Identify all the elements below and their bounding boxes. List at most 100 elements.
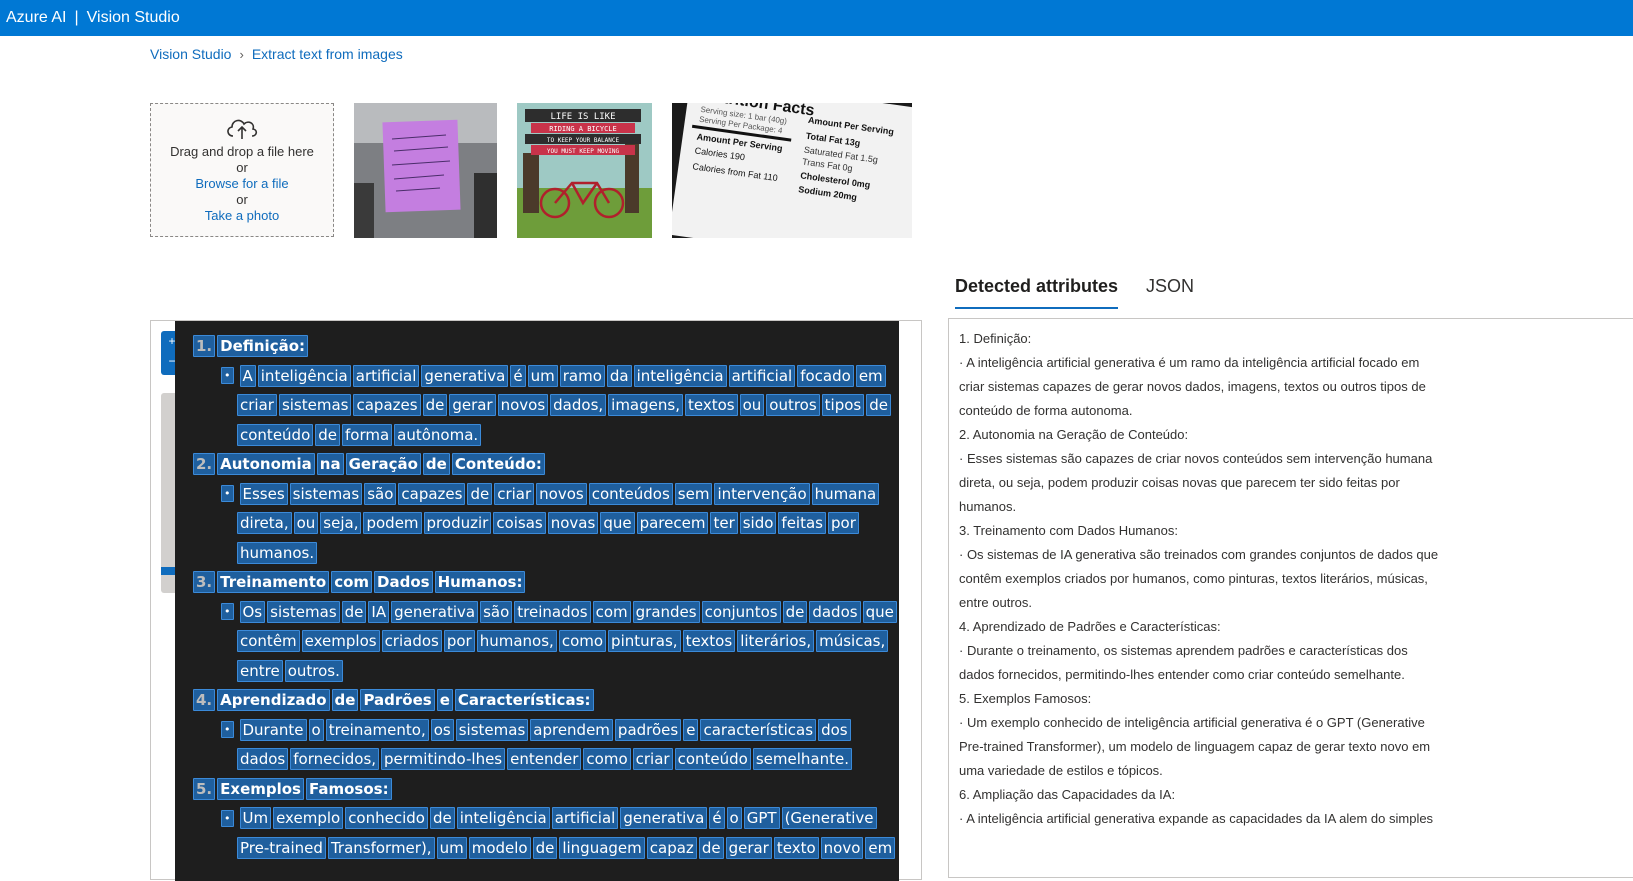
ocr-word-box[interactable]: GPT: [743, 807, 780, 829]
ocr-word-box[interactable]: o: [726, 807, 742, 829]
ocr-word-box[interactable]: gerar: [725, 836, 772, 859]
ocr-word-box[interactable]: textos: [682, 630, 736, 652]
ocr-word-box[interactable]: sistemas: [278, 394, 352, 416]
tab-detected-attributes[interactable]: Detected attributes: [955, 270, 1119, 309]
ocr-word-box[interactable]: generativa: [421, 364, 509, 387]
ocr-word-box[interactable]: fornecidos,: [290, 748, 380, 770]
ocr-word-box[interactable]: criar: [237, 394, 277, 416]
ocr-word-box[interactable]: forma: [342, 423, 393, 446]
ocr-word-box[interactable]: é: [709, 807, 725, 829]
ocr-word-box[interactable]: linguagem: [559, 836, 645, 859]
ocr-word-box[interactable]: inteligência: [456, 807, 550, 829]
ocr-word-box[interactable]: de: [429, 807, 455, 829]
ocr-word-box[interactable]: de: [422, 394, 448, 416]
ocr-word-box[interactable]: gerar: [449, 394, 496, 416]
ocr-word-box[interactable]: sistemas: [267, 600, 340, 623]
ocr-word-box[interactable]: capazes: [398, 482, 466, 505]
ocr-word-box[interactable]: Aprendizado: [217, 689, 330, 711]
ocr-word-box[interactable]: novas: [547, 512, 599, 534]
ocr-word-box[interactable]: de: [467, 482, 493, 505]
sample-image-bicycle[interactable]: LIFE IS LIKE RIDING A BICYCLE TO KEEP YO…: [517, 103, 652, 238]
ocr-word-box[interactable]: grandes: [632, 600, 700, 623]
breadcrumb-home-link[interactable]: Vision Studio: [150, 46, 231, 62]
ocr-word-box[interactable]: tipos: [821, 394, 865, 416]
ocr-word-box[interactable]: Conteúdo:: [451, 453, 545, 475]
breadcrumb-current[interactable]: Extract text from images: [252, 46, 403, 62]
ocr-word-box[interactable]: outros: [766, 394, 820, 416]
ocr-word-box[interactable]: de: [422, 453, 450, 475]
ocr-word-box[interactable]: com: [592, 600, 631, 623]
ocr-word-box[interactable]: humanos,: [476, 630, 557, 652]
ocr-word-box[interactable]: parecem: [636, 512, 709, 534]
ocr-word-box[interactable]: que: [600, 512, 635, 534]
ocr-word-box[interactable]: autônoma.: [394, 423, 482, 446]
ocr-word-box[interactable]: permitindo-lhes: [381, 748, 506, 770]
image-viewer[interactable]: + − 1. Definição: • Ainteligência artificial…: [150, 320, 922, 881]
ocr-word-box[interactable]: textos: [684, 394, 738, 416]
ocr-word-box[interactable]: artificial: [551, 807, 619, 829]
ocr-word-box[interactable]: contêm: [237, 630, 300, 652]
ocr-word-box[interactable]: de: [315, 423, 340, 446]
ocr-word-box[interactable]: inteligência: [257, 364, 351, 387]
ocr-word-box[interactable]: ter: [710, 512, 738, 534]
ocr-word-box[interactable]: um: [527, 364, 558, 387]
ocr-word-box[interactable]: Famosos:: [305, 777, 392, 800]
ocr-word-box[interactable]: imagens,: [608, 394, 683, 416]
ocr-word-box[interactable]: entre: [237, 659, 283, 682]
ocr-word-box[interactable]: seja,: [320, 512, 362, 534]
ocr-word-box[interactable]: Padrões: [360, 689, 435, 711]
ocr-word-box[interactable]: texto: [773, 836, 819, 859]
ocr-word-box[interactable]: focado: [797, 364, 854, 387]
ocr-word-box[interactable]: como: [558, 630, 607, 652]
ocr-word-box[interactable]: Dados: [374, 571, 433, 593]
ocr-word-box[interactable]: como: [583, 748, 631, 770]
ocr-word-box[interactable]: e: [436, 689, 453, 711]
ocr-word-box[interactable]: IA: [368, 600, 390, 623]
ocr-word-box[interactable]: podem: [363, 512, 422, 534]
ocr-word-box[interactable]: Transformer),: [327, 836, 435, 859]
ocr-word-box[interactable]: conteúdo: [674, 748, 751, 770]
ocr-word-box[interactable]: aprendem: [530, 718, 613, 741]
ocr-word-box[interactable]: de: [532, 836, 558, 859]
ocr-word-box[interactable]: da: [606, 364, 632, 387]
ocr-word-box[interactable]: treinados: [514, 600, 591, 623]
ocr-word-box[interactable]: Durante: [239, 718, 307, 741]
ocr-word-box[interactable]: novos: [536, 482, 587, 505]
ocr-word-box[interactable]: outros.: [284, 659, 343, 682]
ocr-word-box[interactable]: exemplos: [301, 630, 380, 652]
ocr-word-box[interactable]: sistemas: [455, 718, 529, 741]
ocr-word-box[interactable]: artificial: [352, 364, 420, 387]
ocr-word-box[interactable]: modelo: [468, 836, 531, 859]
take-photo-link[interactable]: Take a photo: [151, 208, 333, 224]
product-name[interactable]: Vision Studio: [87, 9, 180, 27]
ocr-word-box[interactable]: sistemas: [289, 482, 363, 505]
ocr-word-box[interactable]: sido: [739, 512, 777, 534]
ocr-word-box[interactable]: Exemplos: [217, 777, 304, 800]
ocr-word-box[interactable]: os: [430, 718, 454, 741]
ocr-word-box[interactable]: o: [308, 718, 324, 741]
ocr-word-box[interactable]: (Generative: [781, 807, 877, 829]
ocr-word-box[interactable]: literários,: [737, 630, 815, 652]
ocr-word-box[interactable]: capazes: [353, 394, 421, 416]
ocr-word-box[interactable]: por: [443, 630, 475, 652]
ocr-word-box[interactable]: conteúdo: [237, 423, 314, 446]
ocr-word-box[interactable]: pinturas,: [608, 630, 681, 652]
ocr-word-box[interactable]: na: [316, 453, 344, 475]
ocr-word-box[interactable]: direta,: [237, 512, 292, 534]
ocr-word-box[interactable]: são: [364, 482, 397, 505]
ocr-word-box[interactable]: Pre-trained: [237, 836, 326, 859]
ocr-word-box[interactable]: criar: [632, 748, 673, 770]
ocr-word-box[interactable]: artificial: [728, 364, 796, 387]
ocr-word-box[interactable]: conjuntos: [701, 600, 781, 623]
ocr-word-box[interactable]: Definição:: [217, 335, 309, 357]
ocr-word-box[interactable]: músicas,: [816, 630, 889, 652]
ocr-word-box[interactable]: por: [828, 512, 859, 534]
ocr-word-box[interactable]: características: [700, 718, 817, 741]
ocr-word-box[interactable]: dados: [237, 748, 289, 770]
ocr-word-box[interactable]: ou: [293, 512, 319, 534]
ocr-word-box[interactable]: um: [436, 836, 467, 859]
ocr-word-box[interactable]: Características:: [454, 689, 594, 711]
ocr-word-box[interactable]: ou: [739, 394, 765, 416]
ocr-word-box[interactable]: A: [239, 364, 256, 387]
ocr-word-box[interactable]: produzir: [423, 512, 492, 534]
